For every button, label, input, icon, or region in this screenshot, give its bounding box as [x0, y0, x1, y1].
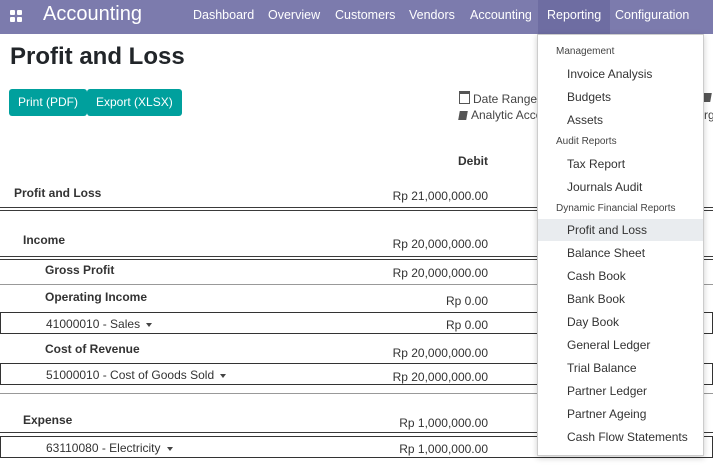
- menu-item-balance-sheet[interactable]: Balance Sheet: [538, 242, 703, 264]
- section-header-management: Management: [556, 46, 615, 57]
- row-label[interactable]: Gross Profit: [45, 263, 114, 277]
- caret-down-icon: [146, 322, 153, 327]
- row-debit: Rp 0.00: [445, 318, 488, 332]
- account-dropdown[interactable]: 63110080 - Electricity: [46, 441, 173, 455]
- print-pdf-button[interactable]: Print (PDF): [9, 89, 87, 116]
- menu-item-tax-report[interactable]: Tax Report: [538, 153, 703, 175]
- menu-item-profit-and-loss[interactable]: Profit and Loss: [538, 219, 703, 241]
- menu-item-invoice-analysis[interactable]: Invoice Analysis: [538, 63, 703, 85]
- row-debit: Rp 1,000,000.00: [399, 442, 488, 456]
- date-range-filter[interactable]: Date Range: [459, 91, 537, 106]
- reporting-dropdown-menu: Management Invoice Analysis Budgets Asse…: [537, 34, 704, 456]
- app-brand[interactable]: Accounting: [43, 3, 142, 26]
- right-filter-icon[interactable]: [702, 91, 712, 105]
- menu-dashboard[interactable]: Dashboard: [186, 0, 261, 34]
- menu-item-partner-ledger[interactable]: Partner Ledger: [538, 380, 703, 402]
- section-header-dynamic-reports: Dynamic Financial Reports: [556, 203, 676, 214]
- date-range-label: Date Range: [473, 92, 538, 106]
- row-label[interactable]: Expense: [23, 413, 72, 427]
- row-label[interactable]: Cost of Revenue: [45, 342, 140, 356]
- row-label: 51000010 - Cost of Goods Sold: [46, 368, 215, 382]
- menu-item-day-book[interactable]: Day Book: [538, 311, 703, 333]
- row-label[interactable]: Income: [23, 233, 65, 247]
- menu-item-bank-book[interactable]: Bank Book: [538, 288, 703, 310]
- analytic-account-label: Analytic Acco: [471, 108, 543, 122]
- row-label: 63110080 - Electricity: [46, 441, 161, 455]
- menu-vendors[interactable]: Vendors: [402, 0, 462, 34]
- menu-overview[interactable]: Overview: [261, 0, 327, 34]
- section-header-audit-reports: Audit Reports: [556, 136, 617, 147]
- row-label[interactable]: Operating Income: [45, 290, 147, 304]
- menu-reporting[interactable]: Reporting: [538, 0, 611, 34]
- caret-down-icon: [166, 446, 173, 451]
- debit-column-header: Debit: [458, 154, 488, 168]
- row-debit: Rp 20,000,000.00: [392, 346, 488, 360]
- calendar-icon: [459, 91, 470, 104]
- row-debit: Rp 21,000,000.00: [392, 189, 488, 203]
- row-label: 41000010 - Sales: [46, 317, 141, 331]
- top-navbar: Accounting Dashboard Overview Customers …: [0, 0, 713, 34]
- account-dropdown[interactable]: 41000010 - Sales: [46, 317, 153, 331]
- menu-item-journals-audit[interactable]: Journals Audit: [538, 176, 703, 198]
- menu-item-budgets[interactable]: Budgets: [538, 86, 703, 108]
- export-xlsx-button[interactable]: Export (XLSX): [87, 89, 182, 116]
- apps-menu-icon[interactable]: [10, 10, 22, 22]
- row-debit: Rp 0.00: [445, 294, 488, 308]
- row-debit: Rp 1,000,000.00: [399, 416, 488, 430]
- menu-customers[interactable]: Customers: [328, 0, 402, 34]
- analytic-account-filter[interactable]: Analytic Acco: [458, 108, 543, 122]
- right-filter-label: rg: [704, 108, 713, 122]
- row-debit: Rp 20,000,000.00: [392, 266, 488, 280]
- menu-item-trial-balance[interactable]: Trial Balance: [538, 357, 703, 379]
- page-title: Profit and Loss: [10, 43, 185, 70]
- menu-item-assets[interactable]: Assets: [538, 109, 703, 131]
- menu-item-general-ledger[interactable]: General Ledger: [538, 334, 703, 356]
- book-icon: [458, 111, 468, 120]
- menu-configuration[interactable]: Configuration: [608, 0, 696, 34]
- menu-item-partner-ageing[interactable]: Partner Ageing: [538, 403, 703, 425]
- menu-item-cash-flow-statements[interactable]: Cash Flow Statements: [538, 426, 703, 448]
- row-debit: Rp 20,000,000.00: [392, 370, 488, 384]
- row-debit: Rp 20,000,000.00: [392, 237, 488, 251]
- row-label[interactable]: Profit and Loss: [14, 186, 101, 200]
- account-dropdown[interactable]: 51000010 - Cost of Goods Sold: [46, 368, 227, 382]
- menu-item-cash-book[interactable]: Cash Book: [538, 265, 703, 287]
- menu-accounting[interactable]: Accounting: [463, 0, 539, 34]
- caret-down-icon: [220, 373, 227, 378]
